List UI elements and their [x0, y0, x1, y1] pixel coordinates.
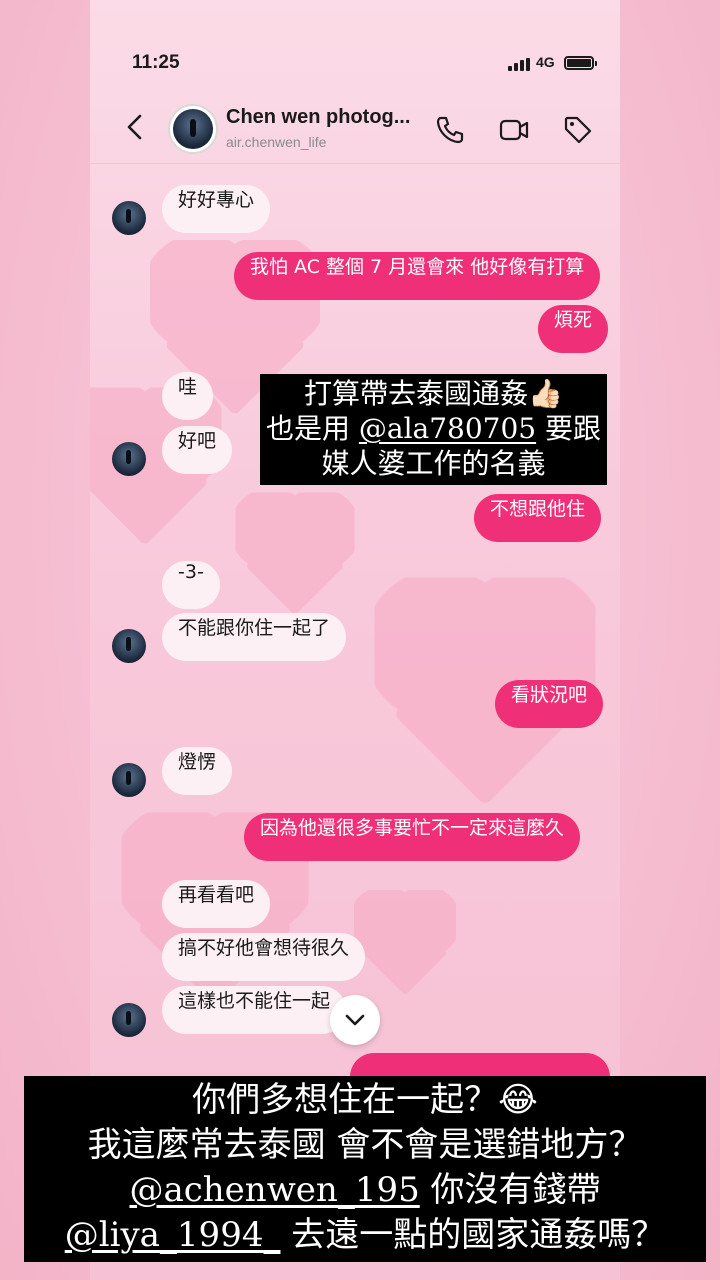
sender-avatar[interactable]	[112, 201, 146, 235]
chevron-down-icon	[345, 1014, 365, 1026]
caption-overlay-bottom: 你們多想住在一起？😂 我這麼常去泰國 會不會是選錯地方？ @achenwen_1…	[24, 1076, 706, 1262]
contact-avatar[interactable]	[168, 104, 218, 154]
message-incoming[interactable]: 燈愣	[162, 747, 233, 795]
status-bar: 11:25 4G	[90, 48, 620, 80]
caption-line: @achenwen_195 你沒有錢帶	[129, 1170, 601, 1210]
caption-line: 也是用 @ala780705 要跟	[265, 412, 602, 445]
caption-overlay-top: 打算帶去泰國通姦👍🏻 也是用 @ala780705 要跟 媒人婆工作的名義	[260, 374, 607, 485]
sender-avatar[interactable]	[112, 763, 146, 797]
mention-link[interactable]: @liya_1994_	[65, 1215, 281, 1255]
phone-call-icon[interactable]	[434, 114, 466, 146]
caption-line: 打算帶去泰國通姦👍🏻	[304, 377, 563, 410]
message-incoming[interactable]: 搞不好他會想待很久	[162, 933, 366, 981]
caption-line: 我這麼常去泰國 會不會是選錯地方？	[87, 1125, 643, 1165]
battery-icon	[564, 56, 597, 70]
sender-avatar[interactable]	[112, 1003, 146, 1037]
message-incoming[interactable]: 不能跟你住一起了	[162, 613, 347, 661]
contact-username: air.chenwen_life	[226, 134, 327, 150]
caption-line: 你們多想住在一起？😂	[192, 1080, 538, 1120]
scroll-to-bottom-button[interactable]	[330, 995, 380, 1045]
message-outgoing[interactable]: 煩死	[538, 305, 609, 353]
contact-name[interactable]: Chen wen photog...	[226, 106, 410, 129]
message-outgoing[interactable]: 我怕 AC 整個 7 月還會來 他好像有打算	[234, 252, 601, 300]
caption-line: 媒人婆工作的名義	[321, 447, 546, 480]
mention-link[interactable]: @ala780705	[359, 412, 536, 445]
message-outgoing[interactable]: 看狀況吧	[495, 680, 604, 728]
sender-avatar[interactable]	[112, 629, 146, 663]
chat-header: Chen wen photog... air.chenwen_life	[90, 96, 620, 164]
message-incoming[interactable]: 好吧	[162, 426, 233, 474]
back-chevron-icon[interactable]	[120, 112, 150, 142]
laughing-emoji: 😂	[498, 1080, 538, 1120]
tag-icon[interactable]	[562, 114, 594, 146]
video-call-icon[interactable]	[498, 114, 530, 146]
caption-line: @liya_1994_ 去遠一點的國家通姦嗎？	[64, 1215, 666, 1255]
thumbs-up-emoji: 👍🏻	[528, 377, 563, 410]
status-time: 11:25	[132, 52, 180, 73]
message-incoming[interactable]: 再看看吧	[162, 880, 271, 928]
message-outgoing[interactable]: 不想跟他住	[474, 494, 602, 542]
signal-icon	[508, 58, 530, 71]
message-outgoing[interactable]: 因為他還很多事要忙不一定來這麼久	[244, 813, 581, 861]
mention-link[interactable]: @achenwen_195	[129, 1170, 419, 1210]
message-list[interactable]: 好好專心 我怕 AC 整個 7 月還會來 他好像有打算 煩死 哇 好吧 不想跟他…	[90, 165, 620, 1101]
sender-avatar[interactable]	[112, 442, 146, 476]
message-incoming[interactable]: 哇	[162, 372, 214, 420]
network-type: 4G	[536, 54, 555, 70]
message-incoming[interactable]: 好好專心	[162, 185, 271, 233]
message-incoming[interactable]: 這樣也不能住一起	[162, 986, 347, 1034]
message-incoming[interactable]: -3-	[162, 561, 220, 609]
